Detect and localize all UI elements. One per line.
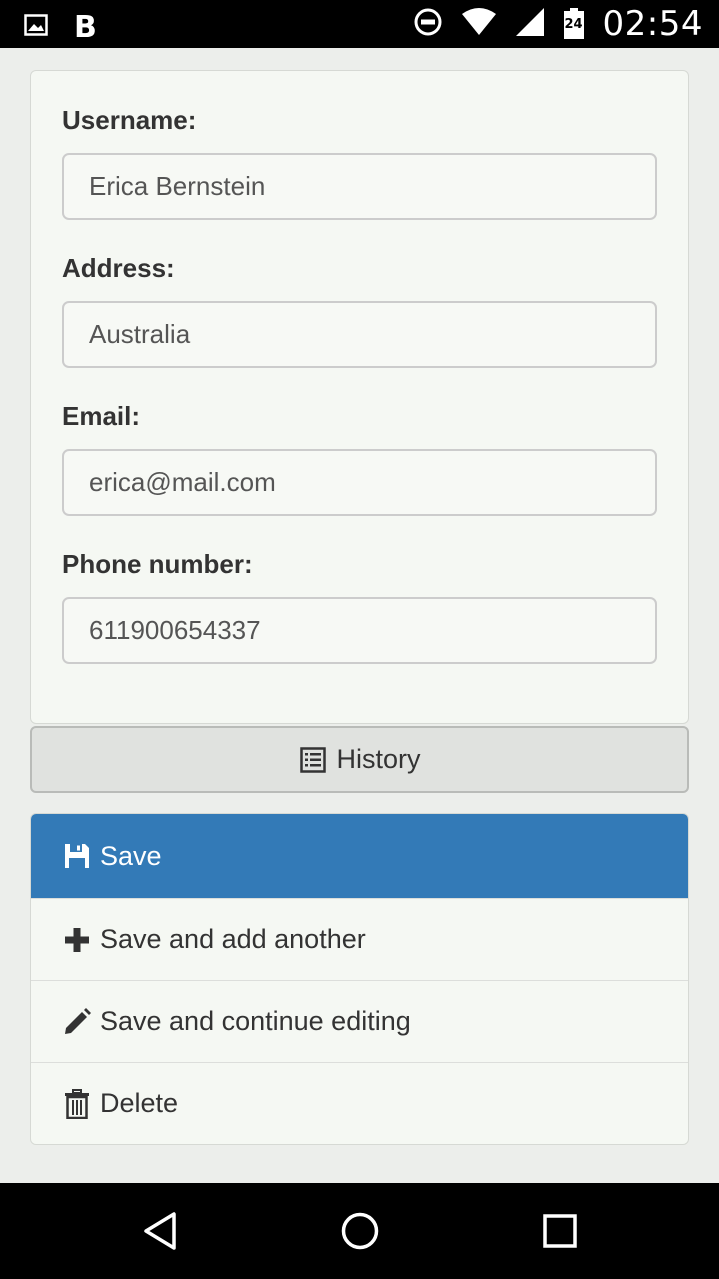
address-input[interactable]	[62, 301, 657, 368]
save-and-add-another-button[interactable]: Save and add another	[31, 898, 688, 980]
home-icon[interactable]	[340, 1211, 380, 1251]
wifi-icon	[461, 7, 497, 41]
navigation-bar	[0, 1183, 719, 1279]
username-label: Username:	[62, 105, 197, 135]
form-actions-list: Save Save and add another Save and conti…	[30, 813, 689, 1145]
phone-number-label: Phone number:	[62, 549, 253, 579]
user-form-panel: Username: Address: Email: Phone number:	[30, 70, 689, 724]
history-button[interactable]: History	[30, 726, 689, 793]
plus-icon	[62, 925, 92, 955]
phone-number-input[interactable]	[62, 597, 657, 664]
delete-button-label: Delete	[100, 1088, 179, 1118]
gallery-notification-icon	[24, 14, 48, 41]
floppy-disk-icon	[62, 841, 92, 871]
battery-icon: 24	[563, 8, 585, 40]
list-icon	[298, 745, 328, 775]
email-input[interactable]	[62, 449, 657, 516]
status-bar: B 24 02:54	[0, 0, 719, 48]
cell-signal-icon	[515, 7, 545, 42]
username-input[interactable]	[62, 153, 657, 220]
battery-level-text: 24	[564, 17, 583, 32]
save-and-continue-editing-button[interactable]: Save and continue editing	[31, 980, 688, 1062]
save-button-label: Save	[100, 840, 162, 871]
save-and-continue-editing-label: Save and continue editing	[100, 1006, 411, 1036]
recent-apps-icon[interactable]	[540, 1211, 580, 1251]
save-button[interactable]: Save	[31, 814, 688, 898]
do-not-disturb-icon	[413, 7, 443, 42]
clock: 02:54	[602, 4, 703, 44]
save-and-add-another-label: Save and add another	[100, 924, 366, 954]
pencil-icon	[62, 1007, 92, 1037]
email-label: Email:	[62, 401, 141, 431]
notification-b-icon: B	[74, 10, 97, 45]
history-button-label: History	[336, 744, 421, 774]
address-label: Address:	[62, 253, 175, 283]
trash-icon	[62, 1088, 92, 1119]
delete-button[interactable]: Delete	[31, 1062, 688, 1144]
back-icon[interactable]	[140, 1211, 180, 1251]
